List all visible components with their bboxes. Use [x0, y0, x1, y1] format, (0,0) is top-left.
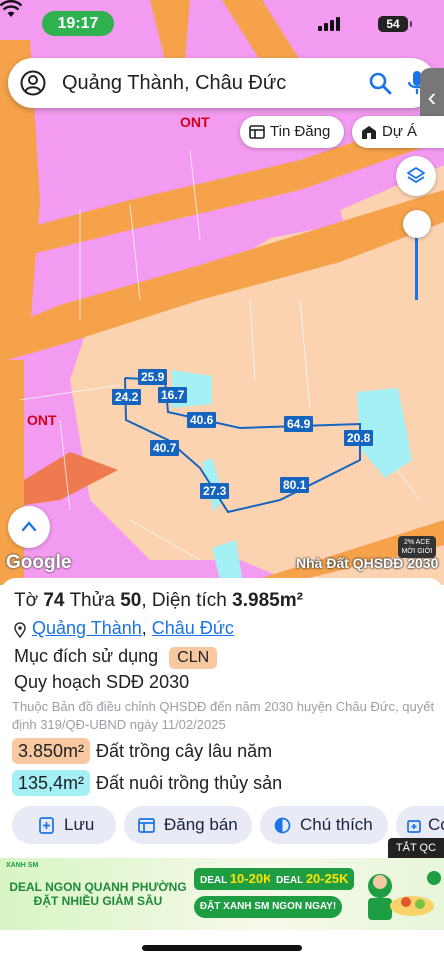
- plot-label: Thửa: [69, 590, 115, 611]
- layers-button[interactable]: [396, 156, 436, 196]
- chevron-up-icon: [21, 521, 37, 532]
- copy-icon: [407, 820, 421, 833]
- status-bar: 19:17 54: [0, 0, 444, 46]
- ad-banner[interactable]: XANH SM DEAL NGON QUANH PHƯỜNG ĐẶT NHIỀU…: [0, 858, 444, 930]
- area-value-badge: 135,4m²: [12, 770, 91, 796]
- search-bar[interactable]: Quảng Thành, Châu Đức: [8, 58, 436, 108]
- ad-headline: DEAL NGON QUANH PHƯỜNG ĐẶT NHIỀU GIẢM SÂ…: [9, 880, 187, 908]
- ad-deal-1-prefix: DEAL: [200, 875, 228, 886]
- listing-icon: [249, 125, 265, 139]
- legend-button-label: Chú thích: [300, 815, 373, 834]
- parcel-location: Quảng Thành, Châu Đức: [14, 618, 234, 639]
- edge-length-label: 20.8: [344, 430, 374, 446]
- edge-length-label: 64.9: [284, 416, 314, 432]
- post-for-sale-button[interactable]: Đăng bán: [124, 806, 252, 844]
- listing-icon: [138, 818, 155, 833]
- battery-indicator: 54: [378, 16, 412, 32]
- building-icon: [362, 126, 376, 139]
- area-type-label: Đất nuôi trồng thủy sản: [96, 773, 283, 793]
- purpose-label: Mục đích sử dụng: [14, 646, 159, 666]
- contrast-icon: [274, 817, 291, 834]
- purpose-code-badge: CLN: [169, 647, 218, 669]
- close-ad-button[interactable]: TẮT QC: [388, 838, 444, 858]
- district-link[interactable]: Châu Đức: [152, 618, 234, 638]
- parcel-title: Tờ 74 Thửa 50, Diện tích 3.985m²: [14, 590, 303, 611]
- ad-cta-button[interactable]: ĐẶT XANH SM NGON NGAY!: [194, 896, 342, 918]
- project-chip-label: Dự Á: [382, 123, 418, 140]
- post-for-sale-label: Đăng bán: [164, 815, 238, 834]
- edge-length-label: 40.6: [187, 412, 217, 428]
- home-indicator[interactable]: [142, 945, 302, 951]
- listing-chip[interactable]: Tin Đăng: [240, 116, 344, 148]
- action-bar: Lưu Đăng bán Chú thích Co: [12, 806, 444, 844]
- map-view[interactable]: ONT ONT 25.9 24.2 16.7 40.6 64.9 20.8 40…: [0, 0, 444, 585]
- opacity-slider-thumb[interactable]: [403, 210, 431, 238]
- edge-length-label: 40.7: [150, 440, 180, 456]
- save-button[interactable]: Lưu: [12, 806, 116, 844]
- sheet-number: 74: [43, 590, 65, 611]
- account-icon[interactable]: [20, 70, 46, 96]
- zone-label-ont-left: ONT: [27, 412, 57, 428]
- google-logo: Google: [6, 552, 72, 573]
- ad-deal-2-value: 20-25K: [305, 871, 349, 886]
- ad-deal-2: DEAL 20-25K: [270, 868, 355, 890]
- cellular-signal-icon: [318, 17, 342, 31]
- layers-icon: [407, 167, 425, 183]
- edge-length-label: 27.3: [200, 483, 230, 499]
- ad-deal-1-value: 10-20K: [229, 871, 273, 886]
- area-row-aquaculture: 135,4m² Đất nuôi trồng thủy sản: [12, 770, 282, 796]
- wifi-icon: [0, 0, 22, 17]
- project-chip[interactable]: Dự Á: [352, 116, 444, 148]
- add-bookmark-icon: [39, 817, 54, 834]
- ad-deal-1: DEAL 10-20K: [194, 868, 279, 890]
- sheet-label: Tờ: [14, 590, 39, 611]
- zone-label-ont-top: ONT: [180, 114, 210, 130]
- area-value-badge: 3.850m²: [12, 738, 91, 764]
- search-input[interactable]: Quảng Thành, Châu Đức: [62, 58, 286, 108]
- location-pin-icon: [14, 622, 26, 638]
- status-time: 19:17: [42, 11, 114, 36]
- plan-title: Quy hoạch SDĐ 2030: [14, 672, 190, 692]
- map-attribution: Nhà Đất QHSDĐ 2030: [296, 555, 439, 571]
- edge-length-label: 25.9: [138, 369, 168, 385]
- ad-brand: XANH SM: [6, 862, 39, 869]
- edge-length-label: 24.2: [112, 389, 142, 405]
- expand-panel-button[interactable]: [8, 506, 50, 548]
- commune-link[interactable]: Quảng Thành: [32, 618, 142, 638]
- area-type-label: Đất trồng cây lâu năm: [96, 741, 273, 761]
- total-area: 3.985m²: [232, 590, 303, 611]
- land-use-purpose: Mục đích sử dụng CLN: [14, 646, 218, 669]
- plot-number: 50: [120, 590, 142, 611]
- save-button-label: Lưu: [64, 815, 95, 834]
- legend-button[interactable]: Chú thích: [260, 806, 388, 844]
- area-label: Diện tích: [151, 590, 227, 611]
- ad-illustration: [368, 871, 441, 920]
- listing-chip-label: Tin Đăng: [270, 123, 331, 140]
- search-icon[interactable]: [368, 71, 392, 95]
- edge-length-label: 16.7: [158, 387, 188, 403]
- edge-length-label: 80.1: [280, 477, 310, 493]
- plan-description: Thuộc Bản đồ điều chỉnh QHSDĐ đến năm 20…: [12, 699, 435, 732]
- area-row-perennial: 3.850m² Đất trồng cây lâu năm: [12, 738, 272, 764]
- parcel-info-panel: Tờ 74 Thửa 50, Diện tích 3.985m² Quảng T…: [0, 578, 444, 860]
- ad-deal-2-prefix: DEAL: [276, 875, 304, 886]
